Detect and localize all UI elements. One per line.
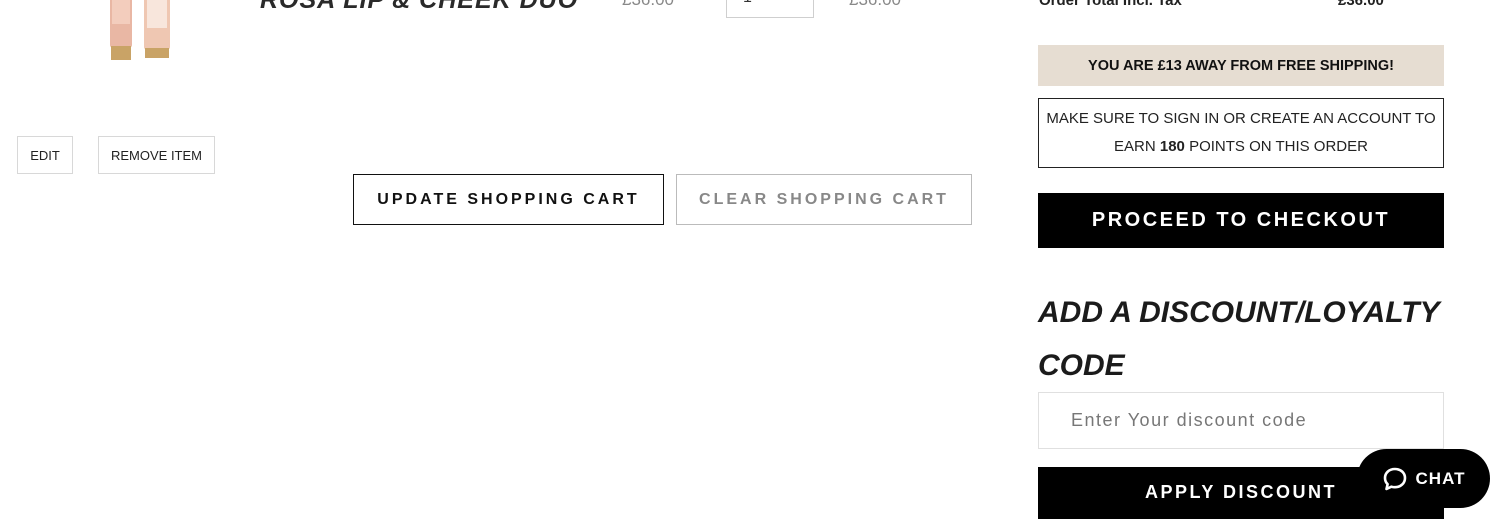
cart-page: ROSA LIP & CHEEK DUO £36.00 1 £36.00 Edi… <box>0 0 1500 519</box>
product-thumbnail[interactable] <box>92 0 202 80</box>
loyalty-points-notice: MAKE SURE TO SIGN IN OR CREATE AN ACCOUN… <box>1038 98 1444 168</box>
free-shipping-banner: YOU ARE £13 AWAY FROM FREE SHIPPING! <box>1038 45 1444 86</box>
discount-code-input[interactable] <box>1038 392 1444 449</box>
product-subtotal: £36.00 <box>849 0 901 10</box>
clear-cart-button[interactable]: CLEAR SHOPPING CART <box>676 174 972 225</box>
discount-heading: ADD A DISCOUNT/LOYALTY CODE <box>1038 296 1440 382</box>
chat-label: CHAT <box>1415 468 1466 488</box>
points-message: MAKE SURE TO SIGN IN OR CREATE AN ACCOUN… <box>1045 105 1437 161</box>
proceed-to-checkout-button[interactable]: PROCEED TO CHECKOUT <box>1038 193 1444 248</box>
quantity-input[interactable]: 1 <box>726 0 814 18</box>
update-cart-button[interactable]: UPDATE SHOPPING CART <box>353 174 664 225</box>
product-image <box>110 0 170 60</box>
points-suffix: POINTS ON THIS ORDER <box>1189 138 1368 155</box>
chat-button[interactable]: CHAT <box>1357 449 1490 508</box>
points-value: 180 <box>1159 138 1185 155</box>
product-name[interactable]: ROSA LIP & CHEEK DUO <box>260 0 578 15</box>
product-price: £36.00 <box>622 0 674 10</box>
edit-button[interactable]: Edit <box>17 136 73 174</box>
order-total-value: £36.00 <box>1338 0 1384 9</box>
chat-bubble-icon <box>1382 466 1408 492</box>
order-total-label: Order Total Incl. Tax <box>1039 0 1182 9</box>
remove-item-button[interactable]: Remove item <box>98 136 215 174</box>
